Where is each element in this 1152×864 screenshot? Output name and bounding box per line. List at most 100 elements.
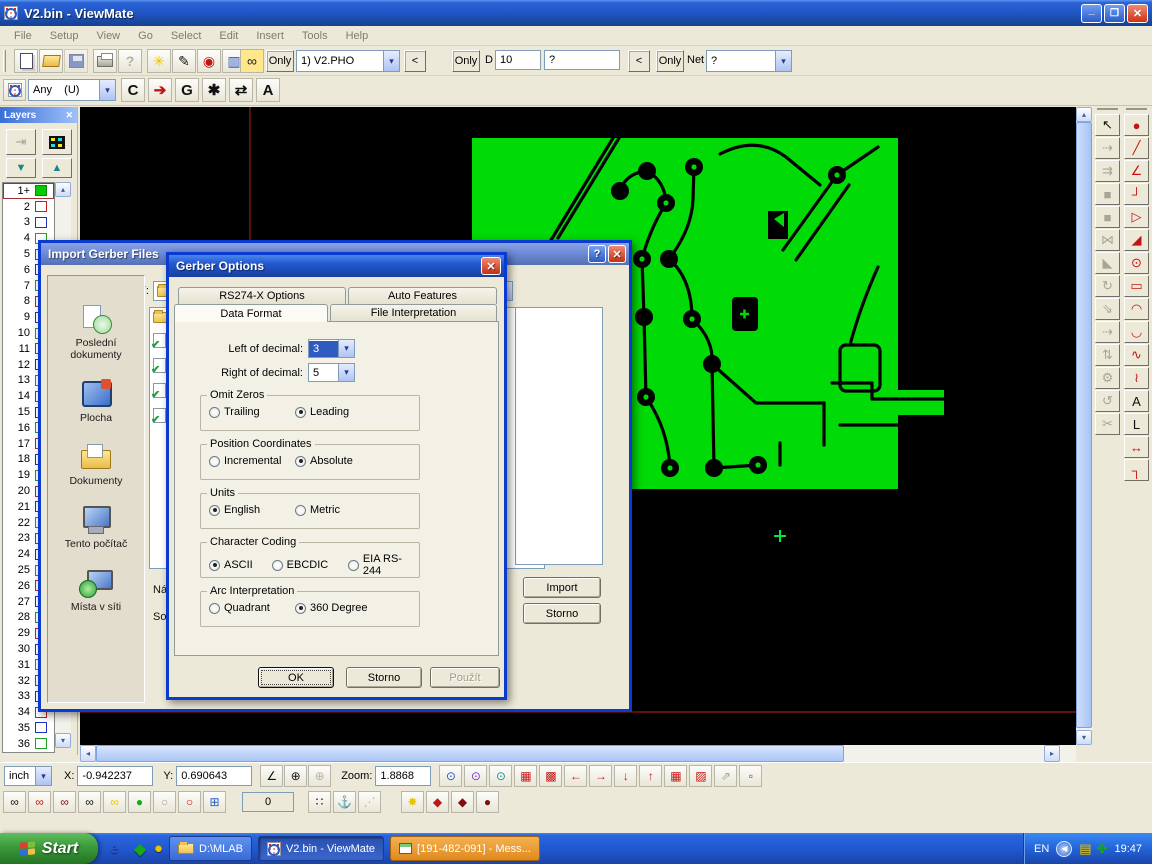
view-lines-icon[interactable]: ∞ xyxy=(28,791,51,813)
draw-line-icon[interactable]: ╱ xyxy=(1124,137,1149,159)
dcode-pattern-button[interactable] xyxy=(3,79,26,101)
prev-dcode-button[interactable]: < xyxy=(628,50,650,72)
toolbar-grip[interactable] xyxy=(3,50,6,72)
only-layer-button[interactable]: Only xyxy=(266,50,294,72)
tray-chevron-icon[interactable]: ◀ xyxy=(1056,841,1072,857)
dialog-close-button[interactable] xyxy=(481,257,501,275)
scroll-down-icon[interactable] xyxy=(1076,730,1092,745)
import-button[interactable]: Import xyxy=(523,577,601,598)
chevron-down-icon[interactable] xyxy=(383,51,399,71)
layer-color-swatch[interactable] xyxy=(35,185,47,196)
language-indicator[interactable]: EN xyxy=(1034,843,1049,855)
move-items-icon[interactable]: ⇉ xyxy=(1095,160,1120,182)
zoom-area-icon[interactable]: ⊙ xyxy=(489,765,512,787)
left-of-decimal-combo[interactable]: 3 xyxy=(308,339,355,358)
pattern-flash-icon[interactable]: ✸ xyxy=(401,791,424,813)
layer-row[interactable]: 2 xyxy=(3,199,54,215)
dcode-swap-button[interactable]: ⇄ xyxy=(229,78,253,102)
aperture-filter-combo[interactable]: Any (U) xyxy=(28,79,116,101)
only-net-button[interactable]: Only xyxy=(656,50,684,72)
shear-icon[interactable]: ◣ xyxy=(1095,252,1120,274)
task-messenger[interactable]: [191-482-091] - Mess... xyxy=(390,836,540,861)
pan-right-icon[interactable]: → xyxy=(589,765,612,787)
scroll-up-icon[interactable] xyxy=(1076,107,1092,122)
place-my-computer[interactable]: Tento počítač xyxy=(50,505,142,550)
place-network[interactable]: Místa v síti xyxy=(50,568,142,613)
stretch-icon[interactable]: ⇗ xyxy=(714,765,737,787)
gerber-dialog-titlebar[interactable]: Gerber Options xyxy=(169,255,504,277)
radio-option[interactable]: EIA RS-244 xyxy=(348,553,419,577)
context-help-button[interactable] xyxy=(118,49,142,73)
anchor-icon[interactable]: ⚓ xyxy=(333,791,356,813)
print-button[interactable] xyxy=(93,49,117,73)
view-sketch-icon[interactable]: ∞ xyxy=(103,791,126,813)
layers-close-icon[interactable] xyxy=(65,110,73,121)
fill-square-icon[interactable]: ■ xyxy=(1095,183,1120,205)
dcode-filter-field[interactable]: ? xyxy=(544,50,620,70)
place-recent-documents[interactable]: Poslední dokumenty xyxy=(50,304,142,361)
menu-item[interactable]: Insert xyxy=(248,28,292,44)
unit-combo[interactable]: inch xyxy=(4,766,52,786)
task-viewmate[interactable]: V2.bin - ViewMate xyxy=(258,836,384,861)
fill-square-alt-icon[interactable]: ■ xyxy=(1095,206,1120,228)
layer-select-combo[interactable]: 1) V2.PHO xyxy=(296,50,400,72)
marquee-icon[interactable]: ▫ xyxy=(739,765,762,787)
highlight-on-icon[interactable]: ● xyxy=(128,791,151,813)
dialog-help-button[interactable] xyxy=(588,245,606,263)
restore-button[interactable] xyxy=(1104,4,1125,23)
inspect-glasses-button[interactable]: ∞ xyxy=(240,49,264,73)
chevron-down-icon[interactable] xyxy=(35,767,51,785)
scroll-right-icon[interactable] xyxy=(1044,745,1060,762)
layer-color-swatch[interactable] xyxy=(35,738,47,749)
draw-angle-arc-icon[interactable]: ▷ xyxy=(1124,206,1149,228)
grid-copy-icon[interactable]: ▨ xyxy=(689,765,712,787)
rotate-icon[interactable]: ↻ xyxy=(1095,275,1120,297)
vertical-scrollbar[interactable] xyxy=(1076,107,1092,745)
tab-auto-features[interactable]: Auto Features xyxy=(348,287,497,304)
right-of-decimal-combo[interactable]: 5 xyxy=(308,363,355,382)
menu-item[interactable]: Tools xyxy=(294,28,336,44)
view-pads-icon[interactable]: ∞ xyxy=(53,791,76,813)
radio-option[interactable]: Absolute xyxy=(295,455,353,467)
draw-squiggle-icon[interactable]: ≀ xyxy=(1124,367,1149,389)
draw-triangle-icon[interactable]: ◢ xyxy=(1124,229,1149,251)
radio-option[interactable]: English xyxy=(209,504,295,516)
flash-icon[interactable]: ✳ xyxy=(147,49,171,73)
horizontal-scrollbar[interactable] xyxy=(80,745,1076,762)
close-button[interactable] xyxy=(1127,4,1148,23)
layer-color-swatch[interactable] xyxy=(35,201,47,212)
pan-left-icon[interactable]: ← xyxy=(564,765,587,787)
gerber-cancel-button[interactable]: Storno xyxy=(346,667,422,688)
layer-row[interactable]: 35 xyxy=(3,720,54,736)
radio-option[interactable]: Incremental xyxy=(209,455,295,467)
ok-button[interactable]: OK xyxy=(258,667,334,688)
step-repeat-icon[interactable]: ⇢ xyxy=(1095,321,1120,343)
chevron-down-icon[interactable] xyxy=(775,51,791,71)
layer-row[interactable]: 36 xyxy=(3,736,54,752)
mirror-icon[interactable]: ⋈ xyxy=(1095,229,1120,251)
dcode-g-button[interactable]: G xyxy=(175,78,199,102)
tab-rs274x-options[interactable]: RS274-X Options xyxy=(178,287,346,304)
only-dcode-button[interactable]: Only xyxy=(452,50,480,72)
scroll-left-icon[interactable] xyxy=(80,745,96,762)
settings-icon[interactable]: ⚙ xyxy=(1095,367,1120,389)
dimension-icon[interactable]: ↔ xyxy=(1124,436,1149,458)
tab-file-interpretation[interactable]: File Interpretation xyxy=(330,304,497,321)
start-button[interactable]: Start xyxy=(0,833,98,864)
zoom-grid-icon[interactable]: ⊙ xyxy=(464,765,487,787)
draw-pad-icon[interactable]: ● xyxy=(1124,114,1149,136)
task-dmlab[interactable]: D:\MLAB xyxy=(169,836,252,861)
layers-panel-titlebar[interactable]: Layers xyxy=(0,107,77,123)
layer-insert-button[interactable]: ⇥ xyxy=(6,129,36,155)
vertical-scroll-thumb[interactable] xyxy=(1076,122,1092,728)
scroll-up-icon[interactable] xyxy=(55,182,71,197)
radio-option[interactable]: Leading xyxy=(295,406,349,418)
view-traces-icon[interactable]: ∞ xyxy=(78,791,101,813)
layer-color-swatch[interactable] xyxy=(35,722,47,733)
draw-arc-down-icon[interactable]: ◡ xyxy=(1124,321,1149,343)
radio-option[interactable]: EBCDIC xyxy=(272,559,348,571)
quicklaunch-ie[interactable]: e xyxy=(110,840,118,857)
menu-item[interactable]: Go xyxy=(130,28,161,44)
draw-curve-icon[interactable]: ∿ xyxy=(1124,344,1149,366)
pattern-small-diamond-icon[interactable]: ◆ xyxy=(451,791,474,813)
